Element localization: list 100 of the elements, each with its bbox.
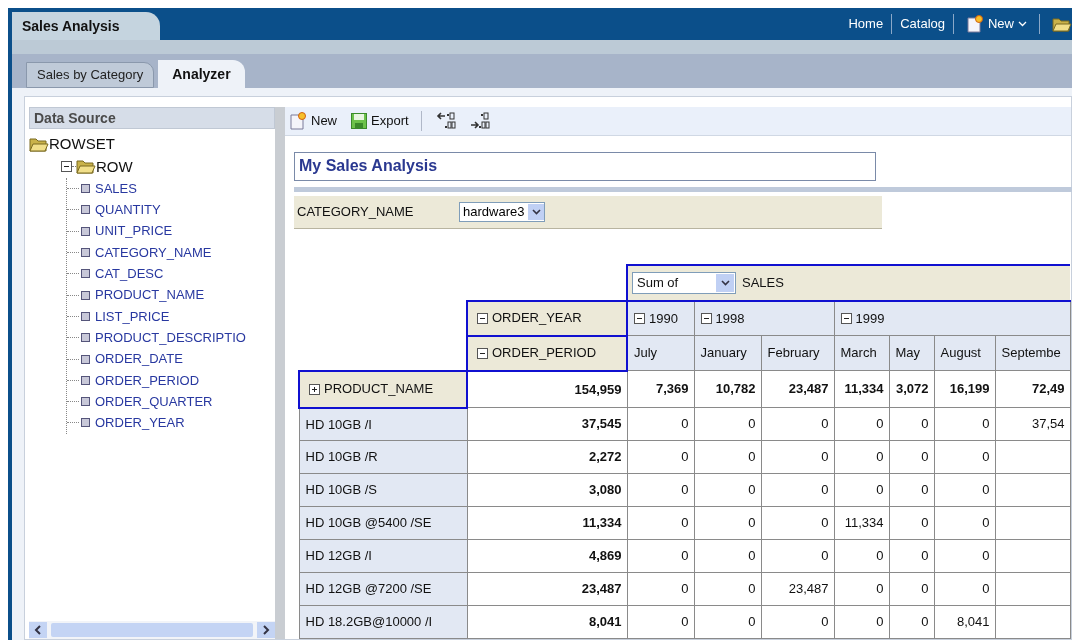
tree-item[interactable]: QUANTITY [95,200,161,220]
field-icon [81,226,90,236]
new-document-icon [289,111,307,130]
value-cell: 72,49 [1032,381,1065,397]
collapse-icon[interactable] [700,312,712,324]
export-button[interactable]: Export [351,111,422,131]
value-cell: 0 [876,581,884,597]
collapse-icon[interactable] [840,312,852,324]
menu-label: New [988,15,1014,34]
value-cell: 0 [876,482,884,498]
period-header: March [840,345,877,361]
tree-item[interactable]: CAT_DESC [95,264,164,284]
value-cell: 0 [821,482,829,498]
value-cell: 0 [921,449,929,465]
tree-item[interactable]: ORDER_PERIOD [95,370,200,391]
collapse-icon[interactable] [477,312,488,324]
header-link[interactable]: Catalog [892,14,954,34]
value-cell: 0 [748,482,756,498]
tree-item[interactable]: PRODUCT_DESCRIPTIO [95,327,246,348]
scroll-left-icon[interactable] [29,622,47,638]
value-cell: 0 [921,614,929,630]
category-select[interactable]: hardware3 [459,201,546,222]
value-cell: 37,545 [581,416,622,432]
collapse-icon[interactable] [634,312,645,324]
folder-icon [76,159,96,175]
year-header: 1998 [715,309,745,328]
value-cell: 0 [748,614,756,630]
expand-icon[interactable] [309,383,320,395]
measure-label: SALES [742,273,784,292]
value-cell: 23,487 [788,581,829,597]
year-header: 1999 [855,309,885,328]
field-icon [81,184,90,194]
value-cell: 0 [821,614,829,630]
value-cell: 0 [748,449,756,465]
value-cell: 0 [821,515,829,531]
collapse-icon[interactable] [61,161,72,173]
value-cell: 0 [681,614,689,630]
folder-icon [1052,16,1072,32]
value-cell: 0 [876,614,884,630]
tree-item[interactable]: LIST_PRICE [95,306,170,327]
value-cell: 0 [982,548,990,564]
value-cell: 0 [876,416,884,432]
aggregate-select[interactable]: Sum of [632,271,736,294]
app-title-tab[interactable]: Sales Analysis [12,12,160,40]
value-cell: 0 [821,416,829,432]
value-cell: 0 [982,416,990,432]
header-link[interactable]: Home [840,14,893,34]
value-cell: 0 [921,515,929,531]
value-cell: 0 [681,449,689,465]
field-icon [81,375,90,385]
field-icon [81,269,90,279]
save-icon [351,112,367,129]
value-cell: 0 [982,449,990,465]
field-icon [81,311,90,321]
tree-item[interactable]: ORDER_YEAR [95,413,185,433]
row-header: HD 10GB /R [305,449,378,465]
value-cell: 8,041 [956,614,990,630]
chevron-down-icon [1018,21,1027,27]
tree-item[interactable]: ORDER_QUARTER [95,391,213,412]
collapse-icon[interactable] [477,347,488,359]
field-icon [81,397,90,407]
row-header: HD 18.2GB@10000 /I [305,614,433,630]
tree-item[interactable]: ROW [96,155,133,178]
decrease-decimal-icon[interactable] [435,111,456,130]
tree-item[interactable]: ROWSET [49,133,115,156]
tab[interactable]: Sales by Category [26,62,155,88]
tree-item[interactable]: UNIT_PRICE [95,221,173,241]
tree-item[interactable]: PRODUCT_NAME [95,285,205,305]
horizontal-scrollbar[interactable] [29,621,275,639]
value-cell: 0 [821,449,829,465]
year-header: 1990 [649,309,678,328]
tree-item[interactable]: ORDER_DATE [95,349,183,369]
row-header: HD 12GB /I [305,548,372,564]
value-cell: 0 [681,416,689,432]
increase-decimal-icon[interactable] [469,111,490,130]
row-header: HD 10GB /S [305,482,378,498]
value-cell: 2,272 [588,449,622,465]
period-header: February [767,345,820,361]
row-header: HD 12GB @7200 /SE [305,581,432,597]
value-cell: 0 [748,581,756,597]
field-icon [81,333,90,343]
field-icon [81,248,90,258]
value-cell: 0 [748,548,756,564]
value-cell: 7,369 [655,381,689,397]
value-cell: 154,959 [574,381,622,397]
value-cell: 0 [681,581,689,597]
new-menu-button[interactable]: New [954,14,1040,34]
new-button[interactable]: New [289,111,337,131]
value-cell: 0 [876,449,884,465]
row-header: HD 10GB @5400 /SE [305,515,432,531]
value-cell: 23,487 [581,581,622,597]
value-cell: 0 [982,581,990,597]
value-cell: 0 [982,482,990,498]
tab[interactable]: Analyzer [158,60,245,88]
scroll-right-icon[interactable] [257,622,275,638]
tree-item[interactable]: CATEGORY_NAME [95,242,212,263]
field-icon [81,290,90,300]
value-cell: 11,334 [582,515,622,531]
tree-item[interactable]: SALES [95,178,137,199]
value-cell: 23,487 [788,381,829,397]
